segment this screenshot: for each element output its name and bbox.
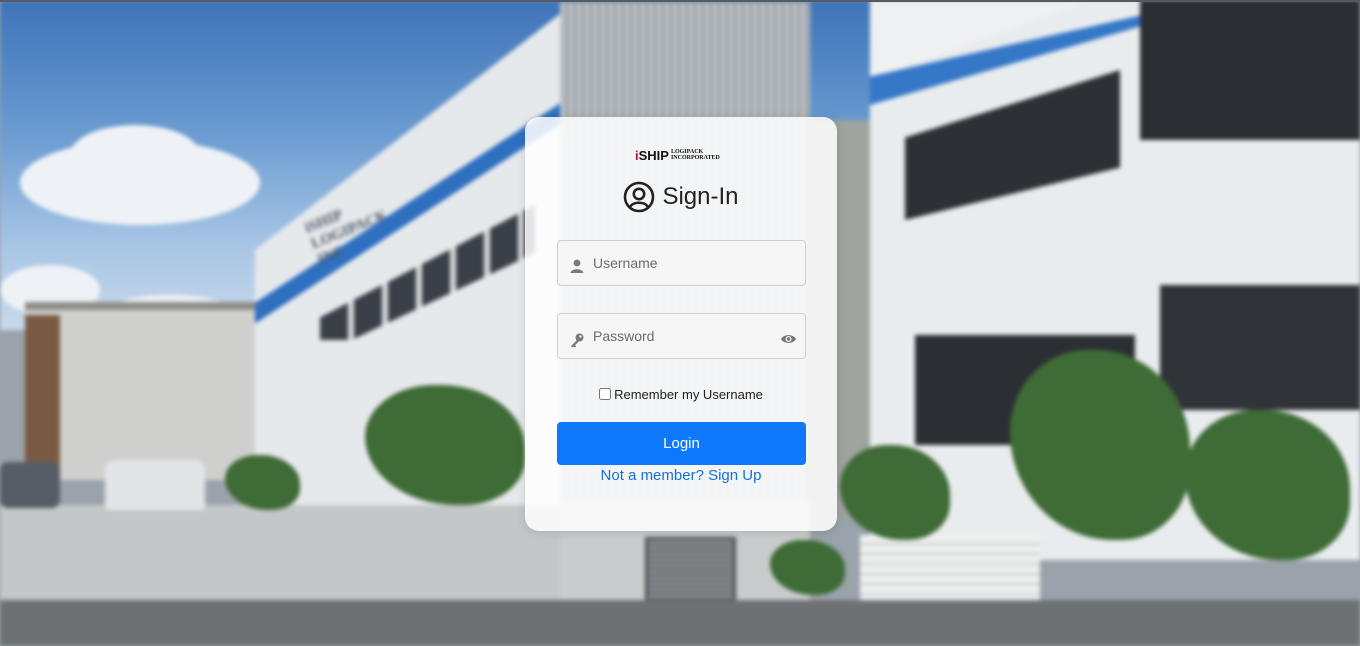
eye-icon[interactable] <box>780 333 797 345</box>
remember-checkbox[interactable] <box>599 388 612 400</box>
user-circle-icon <box>624 181 655 213</box>
window-top-border <box>0 0 1360 2</box>
username-field[interactable] <box>557 240 806 286</box>
remember-username[interactable]: Remember my Username <box>525 385 837 403</box>
password-input[interactable] <box>593 314 773 358</box>
sign-in-heading: Sign-In <box>525 177 837 217</box>
login-card: i SHIP LOGIPACK INCORPORATED Sign-In Use… <box>525 117 837 531</box>
sign-up-link[interactable]: Not a member? Sign Up <box>525 467 837 484</box>
username-input[interactable] <box>593 241 773 285</box>
user-icon <box>570 259 584 273</box>
company-logo: i SHIP LOGIPACK INCORPORATED <box>635 147 720 163</box>
login-button[interactable]: Login <box>557 422 806 465</box>
login-page: iSHIP LOGIPACK INC i SHIP LOGIPACK INCOR… <box>0 0 1360 646</box>
page-title: Sign-In <box>662 183 739 210</box>
key-icon <box>571 333 584 348</box>
remember-label: Remember my Username <box>614 386 763 402</box>
password-field[interactable] <box>557 313 806 359</box>
